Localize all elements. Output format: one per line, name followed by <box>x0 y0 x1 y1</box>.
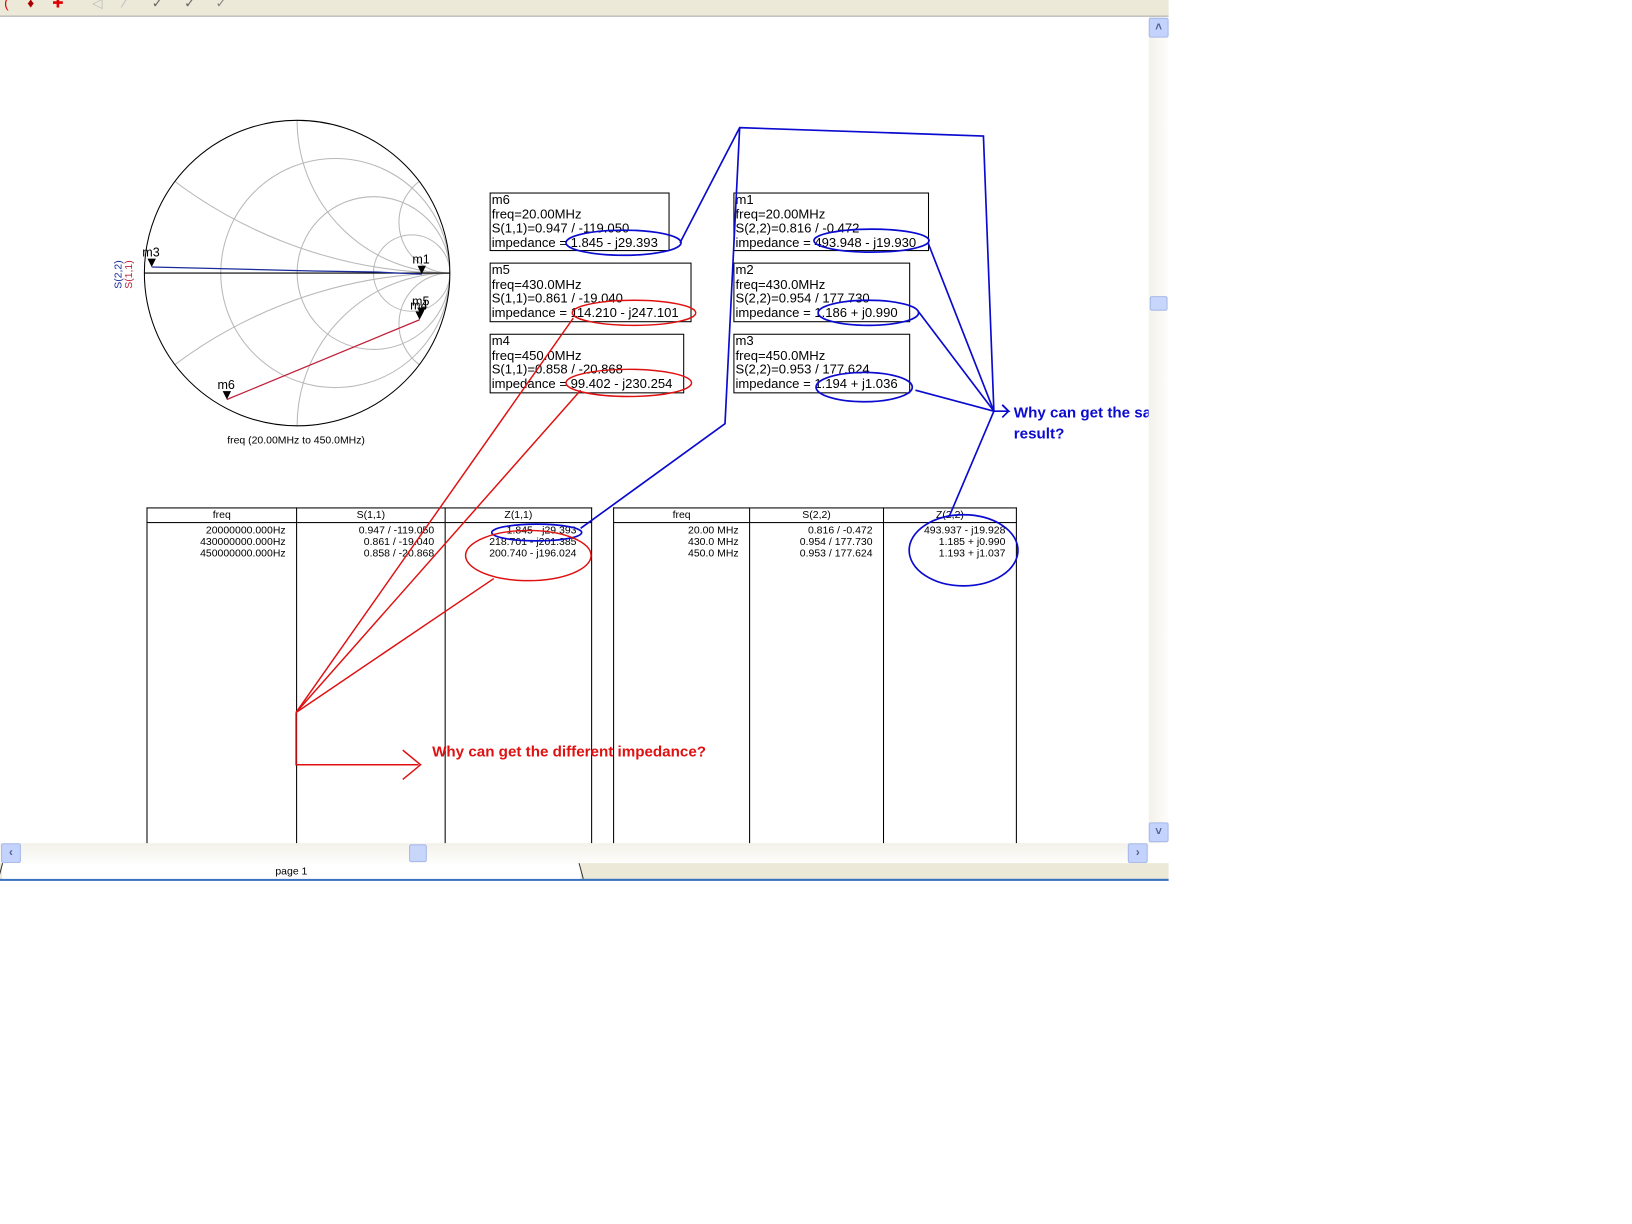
check-icon[interactable]: ✓ <box>216 0 227 10</box>
marker-name: m1 <box>735 192 754 208</box>
marker-s-param: S(1,1)=0.947 / -119.050 <box>491 220 630 236</box>
marker-freq: freq=430.0MHz <box>735 276 826 292</box>
freq-cells: 20.00 MHz 430.0 MHz 450.0 MHz <box>613 522 751 844</box>
cross-marker-icon[interactable]: ✚ <box>52 0 63 10</box>
scroll-up-button[interactable]: ˄ <box>1148 17 1169 38</box>
marker-freq: freq=20.00MHz <box>491 206 582 222</box>
marker-impedance: impedance = 1.194 + j1.036 <box>735 376 898 391</box>
marker-freq: freq=450.0MHz <box>491 347 582 363</box>
freq-cells: 20000000.000Hz 430000000.000Hz 450000000… <box>146 522 298 844</box>
s22-cells: 0.816 / -0.472 0.954 / 177.730 0.953 / 1… <box>749 522 885 844</box>
vertical-scrollbar[interactable]: ˄ ˅ <box>1148 16 1169 844</box>
marker-s-param: S(1,1)=0.858 / -20.868 <box>491 361 623 377</box>
marker-freq: freq=20.00MHz <box>735 206 826 222</box>
col-header-z22: Z(2,2) <box>882 507 1017 524</box>
check-icon[interactable]: ✓ <box>152 0 163 10</box>
red-question-annotation: Why can get the different impedance? <box>432 743 707 761</box>
horizontal-scrollbar[interactable]: ‹ › <box>0 843 1149 864</box>
tab-page-1[interactable]: page 1 <box>2 863 581 879</box>
marker-s-param: S(2,2)=0.954 / 177.730 <box>735 290 870 306</box>
marker-s-param: S(2,2)=0.953 / 177.624 <box>735 361 870 377</box>
page-tab-strip: page 1 <box>0 863 1169 881</box>
marker-name: m6 <box>491 192 510 208</box>
marker-box-m4[interactable]: m4 freq=450.0MHz S(1,1)=0.858 / -20.868 … <box>489 333 685 394</box>
marker-box-m3[interactable]: m3 freq=450.0MHz S(2,2)=0.953 / 177.624 … <box>733 333 911 394</box>
marker-name: m3 <box>735 333 754 349</box>
z11-cells: 1.845 - j29.393 218.701 - j201.385 200.7… <box>444 522 593 844</box>
marker-s-param: S(2,2)=0.816 / -0.472 <box>735 220 860 236</box>
marker-box-m5[interactable]: m5 freq=430.0MHz S(1,1)=0.861 / -19.040 … <box>489 262 692 323</box>
horizontal-scroll-thumb[interactable] <box>409 844 427 863</box>
scroll-down-button[interactable]: ˅ <box>1148 822 1169 843</box>
marker-impedance: impedance = 99.402 - j230.254 <box>491 376 673 391</box>
marker-impedance: impedance = 493.948 - j19.930 <box>735 234 917 250</box>
marker-impedance: impedance = 114.210 - j247.101 <box>491 304 679 320</box>
marker-name: m4 <box>491 333 510 349</box>
col-header-z11: Z(1,1) <box>444 507 593 524</box>
vertical-scroll-thumb[interactable] <box>1149 296 1168 311</box>
marker-freq: freq=450.0MHz <box>735 347 826 363</box>
scroll-right-button[interactable]: › <box>1127 843 1148 864</box>
col-header-s22: S(2,2) <box>749 507 885 524</box>
marker-box-m2[interactable]: m2 freq=430.0MHz S(2,2)=0.954 / 177.730 … <box>733 262 911 323</box>
marker-box-m1[interactable]: m1 freq=20.00MHz S(2,2)=0.816 / -0.472 i… <box>733 192 930 252</box>
marker-icon[interactable]: ♦ <box>27 0 34 10</box>
col-header-freq: freq <box>613 507 751 524</box>
col-header-s11: S(1,1) <box>296 507 446 524</box>
blue-question-annotation: Why can get the same result? <box>1013 404 1149 443</box>
s11-cells: 0.947 / -119.050 0.861 / -19.040 0.858 /… <box>296 522 446 844</box>
pen-icon[interactable]: ( <box>4 0 9 10</box>
marker-name: m2 <box>735 262 754 278</box>
marker-impedance: impedance = 1.186 + j0.990 <box>735 304 898 320</box>
marker-impedance: impedance = 1.845 - j29.393 <box>491 234 658 250</box>
table-s22[interactable]: freq S(2,2) Z(2,2) 20.00 MHz 430.0 MHz 450… <box>613 507 1017 844</box>
col-header-freq: freq <box>146 507 298 524</box>
line-icon[interactable]: ⁄ <box>123 0 125 10</box>
scroll-left-button[interactable]: ‹ <box>1 843 21 864</box>
toolbar: ( ♦ ✚ ◁ ⁄ ✓ ✓ ✓ <box>0 0 1169 17</box>
table-s11[interactable]: freq S(1,1) Z(1,1) 20000000.000Hz 43000000… <box>146 507 593 844</box>
marker-freq: freq=430.0MHz <box>491 276 582 292</box>
marker-s-param: S(1,1)=0.861 / -19.040 <box>491 290 623 306</box>
arrow-icon[interactable]: ◁ <box>92 0 102 10</box>
check-icon[interactable]: ✓ <box>184 0 195 10</box>
marker-name: m5 <box>491 262 510 278</box>
schematic-data-display-canvas[interactable]: m6 freq=20.00MHz S(1,1)=0.947 / -119.050… <box>0 16 1149 844</box>
z22-cells: 493.937 - j19.928 1.185 + j0.990 1.193 +… <box>882 522 1017 844</box>
marker-box-m6[interactable]: m6 freq=20.00MHz S(1,1)=0.947 / -119.050… <box>489 192 670 252</box>
